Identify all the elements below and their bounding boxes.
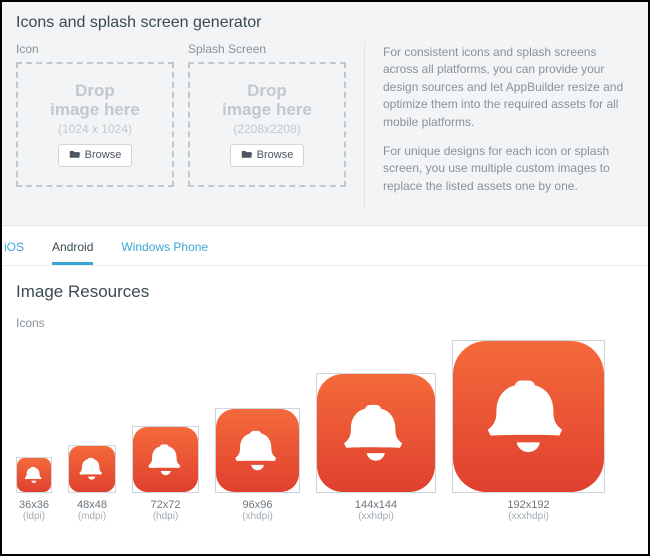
bell-icon xyxy=(453,341,604,492)
splash-browse-button[interactable]: Browse xyxy=(230,144,305,167)
icon-preview-96[interactable] xyxy=(215,408,300,493)
icon-size-label: 144x144 xyxy=(355,499,397,511)
icon-browse-button[interactable]: Browse xyxy=(58,144,133,167)
resources-title: Image Resources xyxy=(16,282,634,302)
icon-drop-text-1: Drop xyxy=(75,82,115,101)
generator-content: Icon Drop image here (1024 x 1024) Brows… xyxy=(16,42,634,207)
tab-ios[interactable]: iOS xyxy=(4,236,24,265)
icon-size-label: 96x96 xyxy=(243,499,273,511)
icon-preview-48[interactable] xyxy=(68,445,116,493)
resources-icons-label: Icons xyxy=(16,316,634,330)
icon-drop-dims: (1024 x 1024) xyxy=(58,122,132,136)
icon-size-label: 36x36 xyxy=(19,499,49,511)
icon-density-label: (mdpi) xyxy=(78,511,106,522)
vertical-divider xyxy=(364,42,365,207)
icon-drop-zone[interactable]: Drop image here (1024 x 1024) Browse xyxy=(16,62,174,187)
tab-android[interactable]: Android xyxy=(52,236,93,265)
desc-paragraph-2: For unique designs for each icon or spla… xyxy=(383,143,634,195)
icon-size-label: 72x72 xyxy=(151,499,181,511)
bell-icon xyxy=(17,458,51,492)
tab-windows-phone[interactable]: Windows Phone xyxy=(121,236,208,265)
icon-density-label: (xhdpi) xyxy=(242,511,273,522)
generator-panel: Icons and splash screen generator Icon D… xyxy=(2,2,648,226)
splash-drop-dims: (2208x2208) xyxy=(233,122,300,136)
icon-preview-144[interactable] xyxy=(316,373,436,493)
desc-paragraph-1: For consistent icons and splash screens … xyxy=(383,44,634,131)
icon-item-144: 144x144 (xxhdpi) xyxy=(316,373,436,522)
generator-title: Icons and splash screen generator xyxy=(16,14,634,32)
generator-description: For consistent icons and splash screens … xyxy=(383,42,634,207)
bell-icon xyxy=(216,409,299,492)
icon-preview-36[interactable] xyxy=(16,457,52,493)
icon-density-label: (hdpi) xyxy=(153,511,179,522)
resources-panel: Image Resources Icons 36x36 (ldpi) 48x48… xyxy=(2,266,648,538)
bell-icon xyxy=(133,427,198,492)
icon-item-96: 96x96 (xhdpi) xyxy=(215,408,300,522)
splash-browse-label: Browse xyxy=(257,149,294,161)
icon-preview-192[interactable] xyxy=(452,340,605,493)
bell-icon xyxy=(69,446,115,492)
icon-item-192: 192x192 (xxxhdpi) xyxy=(452,340,605,522)
icon-item-72: 72x72 (hdpi) xyxy=(132,426,199,522)
icon-drop-section: Icon Drop image here (1024 x 1024) Brows… xyxy=(16,42,174,187)
icon-density-label: (xxhdpi) xyxy=(358,511,394,522)
icon-size-label: 192x192 xyxy=(507,499,549,511)
icon-preview-72[interactable] xyxy=(132,426,199,493)
icon-browse-label: Browse xyxy=(85,149,122,161)
splash-drop-zone[interactable]: Drop image here (2208x2208) Browse xyxy=(188,62,346,187)
platform-tabs: iOS Android Windows Phone xyxy=(2,226,648,266)
splash-drop-label: Splash Screen xyxy=(188,42,346,56)
icon-item-36: 36x36 (ldpi) xyxy=(16,457,52,522)
splash-drop-text-2: image here xyxy=(222,101,312,120)
folder-open-icon xyxy=(69,149,81,162)
icon-drop-label: Icon xyxy=(16,42,174,56)
icon-density-label: (ldpi) xyxy=(23,511,45,522)
icon-item-48: 48x48 (mdpi) xyxy=(68,445,116,522)
icon-size-label: 48x48 xyxy=(77,499,107,511)
icon-drop-text-2: image here xyxy=(50,101,140,120)
bell-icon xyxy=(317,374,435,492)
splash-drop-text-1: Drop xyxy=(247,82,287,101)
icon-row: 36x36 (ldpi) 48x48 (mdpi) 72x72 (hdpi) xyxy=(16,340,634,522)
splash-drop-section: Splash Screen Drop image here (2208x2208… xyxy=(188,42,346,187)
folder-open-icon xyxy=(241,149,253,162)
icon-density-label: (xxxhdpi) xyxy=(508,511,549,522)
